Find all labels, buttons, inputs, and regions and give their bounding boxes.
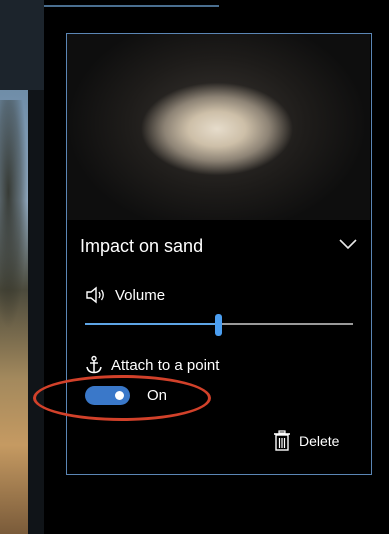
- volume-slider[interactable]: [85, 314, 353, 336]
- delete-label: Delete: [299, 433, 340, 449]
- volume-row: Volume: [85, 284, 165, 306]
- attach-label: Attach to a point: [111, 356, 220, 374]
- volume-label: Volume: [115, 286, 166, 304]
- volume-slider-fill: [85, 323, 219, 325]
- trash-icon: [274, 430, 290, 451]
- chevron-down-icon[interactable]: [337, 236, 359, 252]
- sound-title: Impact on sand: [80, 236, 204, 256]
- anchor-icon: [86, 355, 102, 374]
- sound-thumbnail: [67, 34, 370, 220]
- attach-row: Attach to a point: [85, 354, 219, 376]
- background-strip: [28, 90, 44, 534]
- background-tree: [0, 100, 28, 330]
- delete-button[interactable]: Delete: [273, 429, 339, 453]
- volume-slider-thumb[interactable]: [215, 314, 222, 336]
- top-accent-line: [44, 5, 219, 7]
- highlight-ellipse: [33, 375, 211, 421]
- speaker-icon: [86, 286, 104, 304]
